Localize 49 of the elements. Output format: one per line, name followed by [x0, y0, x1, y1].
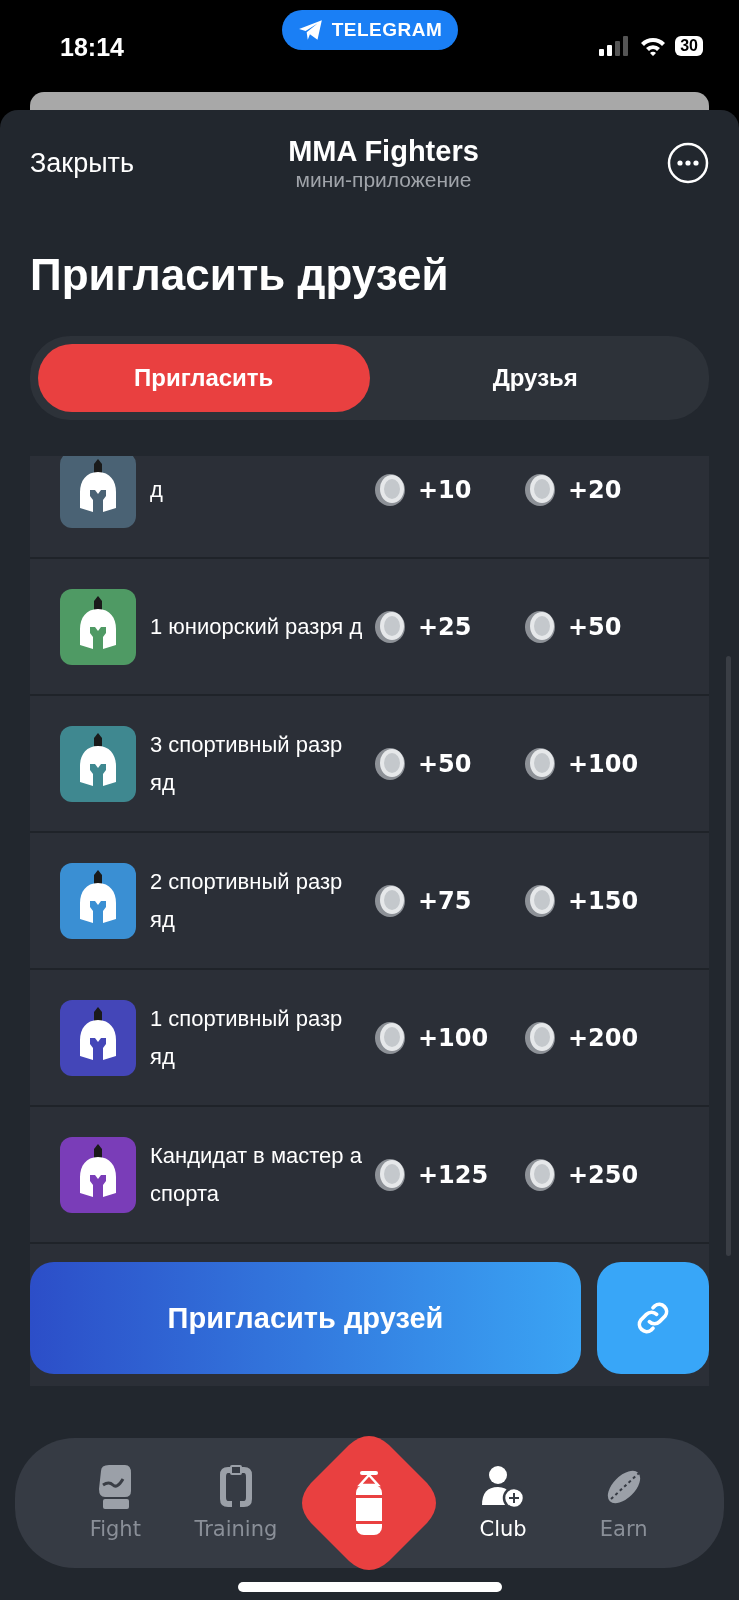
coin-icon [522, 471, 558, 508]
tab[interactable]: Друзья [369, 344, 701, 412]
reward-amount: +50 [568, 612, 622, 641]
rank-name: 2 спортивный разр яд [150, 867, 344, 934]
reward-amount: +150 [568, 886, 639, 915]
nav-tab[interactable]: Earn [568, 1465, 679, 1541]
tab[interactable]: Пригласить [38, 344, 370, 412]
coin-icon [522, 882, 558, 919]
reward-amount: +75 [418, 886, 472, 915]
battery-indicator: 30 [675, 36, 703, 56]
page-title: Пригласить друзей [30, 250, 450, 300]
coin-icon [522, 1019, 558, 1056]
rank-name: 1 спортивный разр яд [150, 1004, 344, 1071]
reward-amount: +50 [418, 749, 472, 778]
rank-name: д [150, 475, 164, 504]
coin-icon [372, 882, 408, 919]
more-icon[interactable] [667, 142, 709, 184]
rank-name: 3 спортивный разр яд [150, 730, 344, 797]
coin-icon [372, 745, 408, 782]
telegram-pill[interactable]: TELEGRAM [282, 10, 458, 50]
reward-amount: +125 [418, 1160, 489, 1189]
reward-amount: +250 [568, 1160, 639, 1189]
nav-tab[interactable]: Fight [60, 1465, 171, 1541]
coin-icon [372, 471, 408, 508]
reward-amount: +100 [568, 749, 639, 778]
paper-plane-icon [297, 19, 324, 41]
coin-icon [372, 1156, 408, 1193]
app-subtitle: мини-приложение [295, 167, 472, 192]
reward-amount: +200 [568, 1023, 639, 1052]
reward-amount: +100 [418, 1023, 489, 1052]
copy-link-button[interactable] [597, 1262, 709, 1374]
rank-name: Кандидат в мастер а спорта [150, 1141, 363, 1208]
punching-bag-button[interactable] [301, 1435, 438, 1571]
status-time: 18:14 [60, 31, 125, 62]
reward-amount: +25 [418, 612, 472, 641]
wifi-icon [639, 35, 668, 57]
coin-icon [522, 608, 558, 645]
app-title: MMA Fighters [288, 134, 479, 168]
coin-icon [372, 1019, 408, 1056]
nav-tab[interactable]: Club [448, 1465, 559, 1541]
close-button[interactable]: Закрыть [30, 147, 220, 179]
nav-tab[interactable]: Training [180, 1465, 291, 1541]
coin-icon [522, 745, 558, 782]
coin-icon [522, 1156, 558, 1193]
coin-icon [372, 608, 408, 645]
rank-name: 1 юниорский разря д [150, 612, 364, 641]
invite-button[interactable]: Пригласить друзей [30, 1262, 581, 1374]
reward-amount: +20 [568, 475, 622, 504]
reward-amount: +10 [418, 475, 472, 504]
